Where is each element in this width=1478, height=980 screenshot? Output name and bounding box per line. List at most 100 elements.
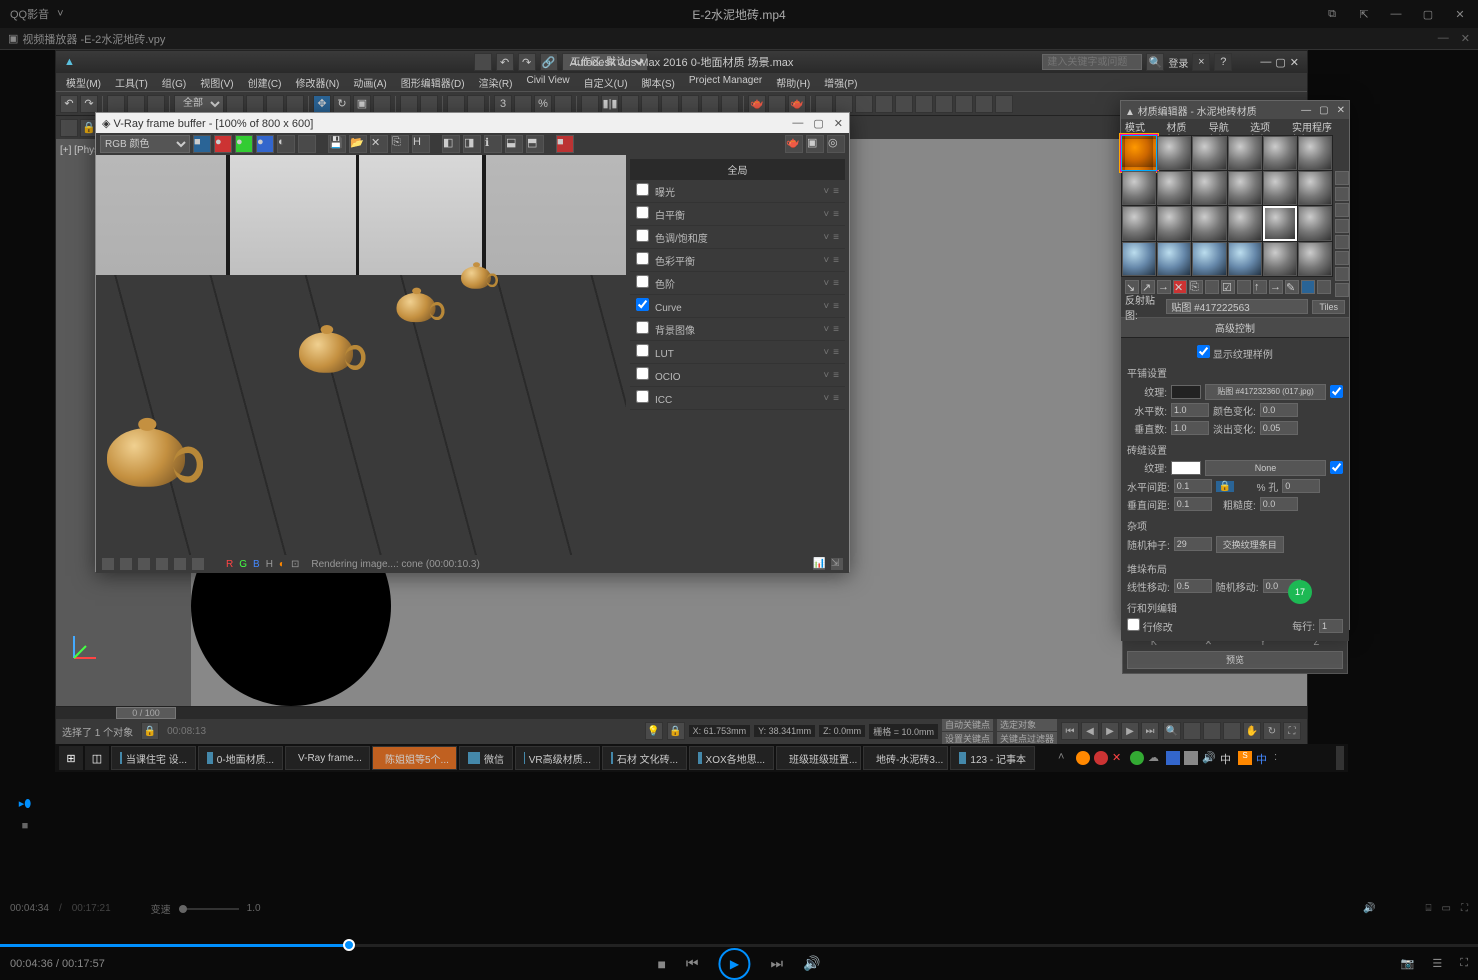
max-menu-item[interactable]: 自定义(U) (578, 73, 634, 91)
preview-button[interactable]: 预览 (1127, 651, 1343, 669)
qq-stop-button[interactable]: ■ (657, 956, 665, 972)
vfb-g-icon[interactable]: G (239, 559, 247, 570)
timeline-slider[interactable]: 0 / 100 (116, 707, 176, 719)
vray-correction-item[interactable]: 背景图像˅≡ (630, 318, 845, 341)
selected-label[interactable]: 选定对象 (997, 718, 1057, 731)
mat-pick-icon[interactable]: ✎ (1285, 280, 1299, 294)
tray-punc-icon[interactable]: : (1274, 751, 1288, 765)
use-center-icon[interactable] (420, 95, 438, 113)
vray-toggle2-icon[interactable]: ◨ (463, 135, 481, 153)
tray-sound-icon[interactable]: 🔊 (1202, 751, 1216, 765)
max-menu-item[interactable]: 渲染(R) (473, 73, 519, 91)
mat-minimize-icon[interactable]: — (1301, 105, 1311, 116)
extra-tb-5[interactable] (895, 95, 913, 113)
mat-background-icon[interactable] (1335, 203, 1349, 217)
vray-alpha-icon[interactable]: ◐ (277, 135, 295, 153)
bind-icon[interactable] (147, 95, 165, 113)
unlink-icon[interactable] (127, 95, 145, 113)
vgap-input[interactable] (1174, 497, 1212, 511)
max-win-minimize-icon[interactable]: — (1260, 56, 1271, 68)
tray-up-icon[interactable]: ˄ (1058, 751, 1072, 765)
max-link-icon[interactable]: 🔗 (540, 53, 558, 71)
vfb-r-icon[interactable]: R (226, 559, 233, 570)
mat-titlebar[interactable]: ▲ 材质编辑器 - 水泥地砖材质 — ▢ ✕ (1121, 101, 1349, 119)
tray-ime-icon[interactable]: 中 (1220, 751, 1234, 765)
seed-input[interactable] (1174, 537, 1212, 551)
max-menu-item[interactable]: 组(G) (156, 73, 192, 91)
tile-color-swatch[interactable] (1171, 385, 1201, 399)
vray-stop-icon[interactable]: ■ (556, 135, 574, 153)
vray-correction-item[interactable]: Curve˅≡ (630, 295, 845, 318)
select-icon[interactable] (226, 95, 244, 113)
vray-track-icon[interactable]: ◎ (827, 135, 845, 153)
align-icon[interactable] (621, 95, 639, 113)
qq-prev-button[interactable]: ⏮ (686, 955, 699, 972)
max-menu-item[interactable]: 脚本(S) (636, 73, 681, 91)
fadevar-input[interactable] (1260, 421, 1298, 435)
pip-icon[interactable]: ⧉ (1324, 6, 1340, 22)
mat-sample-slot[interactable] (1122, 242, 1156, 276)
vfb-warn-icon[interactable]: ◐ (279, 559, 285, 570)
qq-expand-icon[interactable]: ⛶ (1460, 957, 1468, 970)
toggle-ribbon-icon[interactable] (661, 95, 679, 113)
vray-copy-icon[interactable]: ⎘ (391, 135, 409, 153)
vray-correction-item[interactable]: ICC˅≡ (630, 387, 845, 410)
qq-speed-slider[interactable] (179, 908, 239, 910)
hcount-input[interactable] (1171, 403, 1209, 417)
keyfilter-button[interactable]: 关键点过滤器 (997, 732, 1057, 745)
manipulate-icon[interactable] (447, 95, 465, 113)
mat-sample-slot[interactable] (1298, 171, 1332, 205)
mat-sample-slot[interactable] (1228, 242, 1262, 276)
tray-green-icon[interactable] (1130, 751, 1144, 765)
tb2-1[interactable] (60, 119, 78, 137)
menu-icon[interactable]: ≡ (833, 393, 839, 404)
max-menu-item[interactable]: 模型(M) (60, 73, 107, 91)
taskbar-item[interactable]: 石材 文化砖... (602, 746, 687, 770)
tray-gray-icon[interactable] (1184, 751, 1198, 765)
mat-make-icon[interactable]: ⎘ (1189, 280, 1203, 294)
selection-filter-dropdown[interactable]: 全部 (174, 95, 224, 113)
mat-sample-slot[interactable] (1263, 206, 1297, 240)
curve-editor-icon[interactable] (681, 95, 699, 113)
vray-correction-checkbox[interactable] (636, 344, 649, 357)
mat-sample-slot[interactable] (1122, 136, 1156, 170)
tray-show-desktop[interactable] (1336, 746, 1344, 770)
vray-correction-checkbox[interactable] (636, 183, 649, 196)
vray-channel-dropdown[interactable]: RGB 颜色 (100, 135, 190, 153)
extra-tb-1[interactable] (815, 95, 833, 113)
qq-volume-button[interactable]: 🔊 (803, 955, 820, 972)
vray-correction-checkbox[interactable] (636, 367, 649, 380)
tab-close-icon[interactable]: ✕ (1461, 32, 1470, 45)
max-win-close-icon[interactable]: ✕ (1290, 56, 1299, 69)
collapse-icon[interactable]: ˅ (823, 209, 829, 220)
taskbar-item[interactable]: 陈姐姐等5个... (372, 746, 457, 770)
play-animation-icon[interactable]: ▶ (1101, 722, 1119, 740)
vray-rgb-icon[interactable]: ■ (193, 135, 211, 153)
qq-setting1-icon[interactable]: ⌸ (1426, 903, 1432, 914)
tray-close-icon[interactable]: ✕ (1112, 751, 1126, 765)
collapse-icon[interactable]: ˅ (823, 301, 829, 312)
maximize-icon[interactable]: ▢ (1420, 6, 1436, 22)
mat-select-icon[interactable] (1335, 267, 1349, 281)
per-input[interactable] (1319, 619, 1343, 633)
max-menu-item[interactable]: 创建(C) (242, 73, 288, 91)
vray-correction-checkbox[interactable] (636, 206, 649, 219)
vray-cc-toggle-icon[interactable]: ◧ (442, 135, 460, 153)
mat-put2-icon[interactable] (1205, 280, 1219, 294)
viewport-zoom-icon[interactable]: 🔍 (1163, 722, 1181, 740)
vray-load-icon[interactable]: 📂 (349, 135, 367, 153)
vray-corrections-header[interactable]: 全局 (630, 159, 845, 180)
task-view-icon[interactable]: ◫ (85, 746, 109, 770)
mat-go-parent-icon[interactable]: ↑ (1253, 280, 1267, 294)
mat-show-icon[interactable]: ☑ (1221, 280, 1235, 294)
taskbar-item[interactable]: 班级班级班置... (776, 746, 861, 770)
mat-material-map-icon[interactable] (1335, 283, 1349, 297)
vray-titlebar[interactable]: ◈ V-Ray frame buffer - [100% of 800 x 60… (96, 113, 849, 133)
grout-texture-enable[interactable] (1330, 461, 1343, 474)
vfb-cc-icon[interactable]: 📊 (813, 558, 825, 570)
extra-tb-4[interactable] (875, 95, 893, 113)
render-icon[interactable]: 🫖 (788, 95, 806, 113)
goto-end-icon[interactable]: ⏭ (1141, 722, 1159, 740)
max-win-maximize-icon[interactable]: ▢ (1275, 56, 1285, 69)
viewport-orbit-icon[interactable]: ↻ (1263, 722, 1281, 740)
